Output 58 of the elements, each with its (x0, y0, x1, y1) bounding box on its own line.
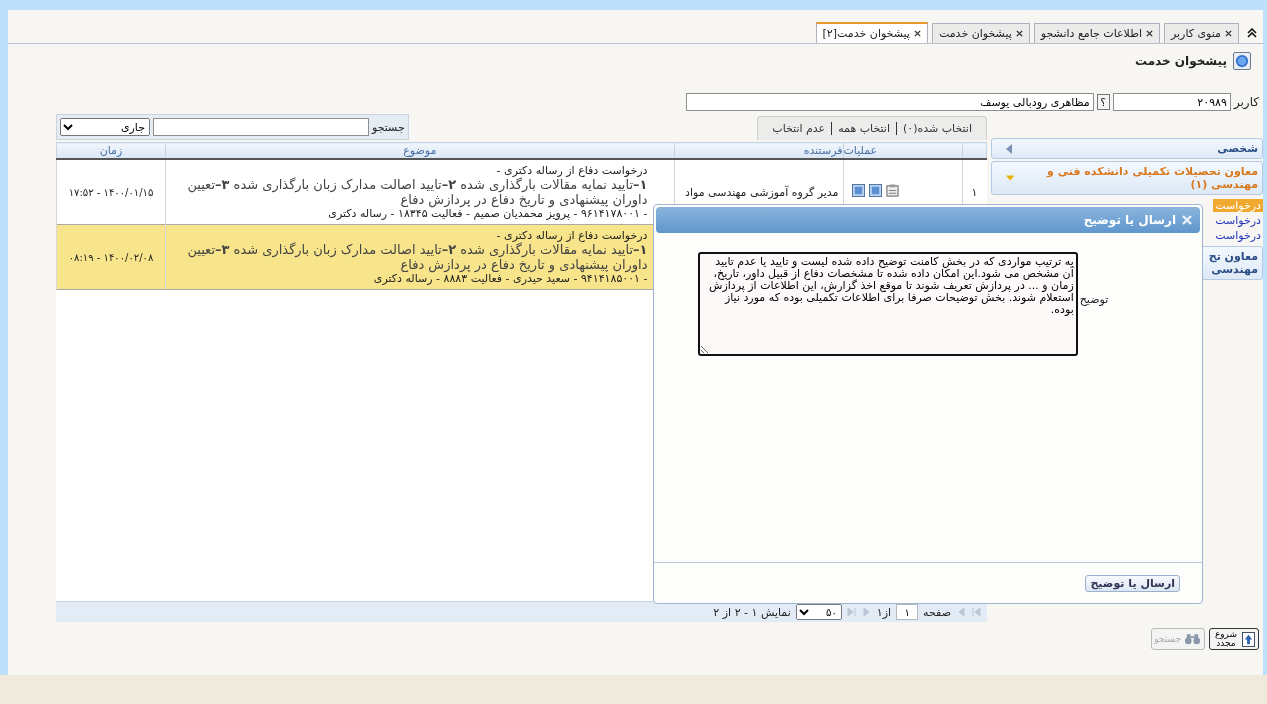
lookup-button[interactable]: ؟ (1096, 94, 1110, 110)
field-label: توضیح (1079, 293, 1109, 306)
sidebar-header[interactable]: شخصی (991, 138, 1263, 159)
page-count: از۱ (876, 605, 892, 619)
selection-link[interactable]: عدم انتخاب (772, 122, 833, 135)
column-header[interactable]: موضوع (165, 142, 674, 159)
close-icon[interactable] (913, 30, 921, 37)
column-header[interactable]: عملیات (843, 142, 962, 159)
clipboard-icon[interactable] (885, 184, 899, 197)
column-header (962, 142, 987, 159)
caret-left-icon[interactable] (1006, 143, 1012, 154)
sidebar-title: مهندسی (1210, 263, 1258, 276)
close-icon[interactable] (1015, 30, 1023, 37)
page-field[interactable]: ۱ (896, 604, 919, 620)
help-icon[interactable] (1233, 52, 1251, 70)
tab[interactable]: منوی کاربر (1163, 23, 1239, 43)
sender-text: مدیر گروه آموزشی مهندسی مواد (685, 185, 839, 199)
search-label: جستجو (372, 120, 405, 134)
tab[interactable]: اطلاعات جامع دانشجو (1033, 23, 1160, 43)
sidebar-item[interactable]: درخواست (1213, 229, 1263, 242)
user-name-field[interactable]: مظاهری رودبالی یوسف (685, 93, 1094, 111)
column-header[interactable]: زمان (56, 142, 166, 159)
filter-dropdown[interactable]: جاری (60, 118, 150, 136)
selection-link[interactable]: انتخاب همه (838, 122, 897, 135)
tab[interactable]: پیشخوان خدمت[۲] (815, 22, 928, 43)
page-size-dropdown[interactable]: ۵۰ (795, 604, 842, 620)
sidebar-title: معاون تحصیلات تکمیلی دانشکده فنی و مهندسی (۱) (1045, 165, 1258, 191)
footer-button[interactable]: شروع مجدد (1209, 628, 1259, 650)
submit-button[interactable]: ارسال یا توضیح (1085, 574, 1180, 592)
page-summary: نمایش ۱ - ۲ از ۲ (713, 605, 791, 619)
collapse-icon[interactable] (1247, 28, 1257, 38)
time-text: ۱۴۰۰/۰۲/۰۸ - ۰۸:۱۹ (68, 251, 154, 263)
document-icon[interactable] (868, 184, 882, 197)
subject-text: ۱–تایید نمایه مقالات بارگذاری شده ۲–تایید اصالت مدارک زبان بارگذاری شده ۳–تعیین داوران پیشنهادی و تاریخ دفاع در پردازش دفاع (186, 177, 648, 207)
dialog-title: ارسال یا توضیح (1083, 213, 1176, 227)
user-code-field[interactable]: ۲۰۹۸۹ (1112, 93, 1231, 111)
page-label: صفحه (923, 605, 951, 619)
time-text: ۱۴۰۰/۰۱/۱۵ - ۱۷:۵۲ (68, 186, 154, 198)
upload-icon (1242, 631, 1255, 647)
sidebar-title: معاون تح (1208, 250, 1258, 263)
user-label: کاربر (1233, 95, 1259, 109)
subject-title: درخواست دفاع از رساله دکتری - (496, 229, 648, 242)
close-icon[interactable] (1145, 30, 1153, 37)
search-field[interactable] (153, 118, 369, 136)
sidebar-item[interactable]: درخواست (1213, 214, 1263, 227)
subject-title: درخواست دفاع از رساله دکتری - (496, 164, 648, 177)
page-title: پیشخوان خدمت (1134, 54, 1227, 68)
selection-link[interactable]: انتخاب شده(۰) (903, 122, 972, 135)
subject-meta: - ۹۴۱۴۱۸۵۰۰۱ - سعید حیدری - فعالیت ۸۸۸۳ - رساله دکتری (372, 272, 648, 285)
subject-text: ۱–تایید نمایه مقالات بارگذاری شده ۲–تایید اصالت مدارک زبان بارگذاری شده ۳–تعیین داوران پیشنهادی و تاریخ دفاع در پردازش دفاع (186, 242, 648, 272)
subject-meta: - ۹۶۱۴۱۷۸۰۰۱ - پرویز محمدیان صمیم - فعالیت ۱۸۳۴۵ - رساله دکتری (327, 207, 648, 220)
binoculars-icon (1184, 633, 1201, 645)
sidebar-title: شخصی (1217, 142, 1258, 155)
comment-textarea[interactable]: به ترتیب مواردی که در بخش کامنت توضیح داده شده لیست و تایید یا عدم تایید آن مشخص می شود.این امکان داده شده تا مشخصات دفاع از قبیل داور، تاریخ، زمان و ... در پردازش تعریف شوند تا موقع اخذ گزارش، این اطلاعات از پردازش استعلام شوند. بخش توضیحات صرفا برای اطلاعات تکمیلی بوده که مورد نیاز بوده. (697, 251, 1078, 356)
document-icon[interactable] (851, 184, 865, 197)
close-icon[interactable] (1225, 30, 1232, 37)
tab[interactable]: پیشخوان خدمت (931, 23, 1030, 43)
column-header[interactable]: فرستنده (674, 142, 843, 159)
